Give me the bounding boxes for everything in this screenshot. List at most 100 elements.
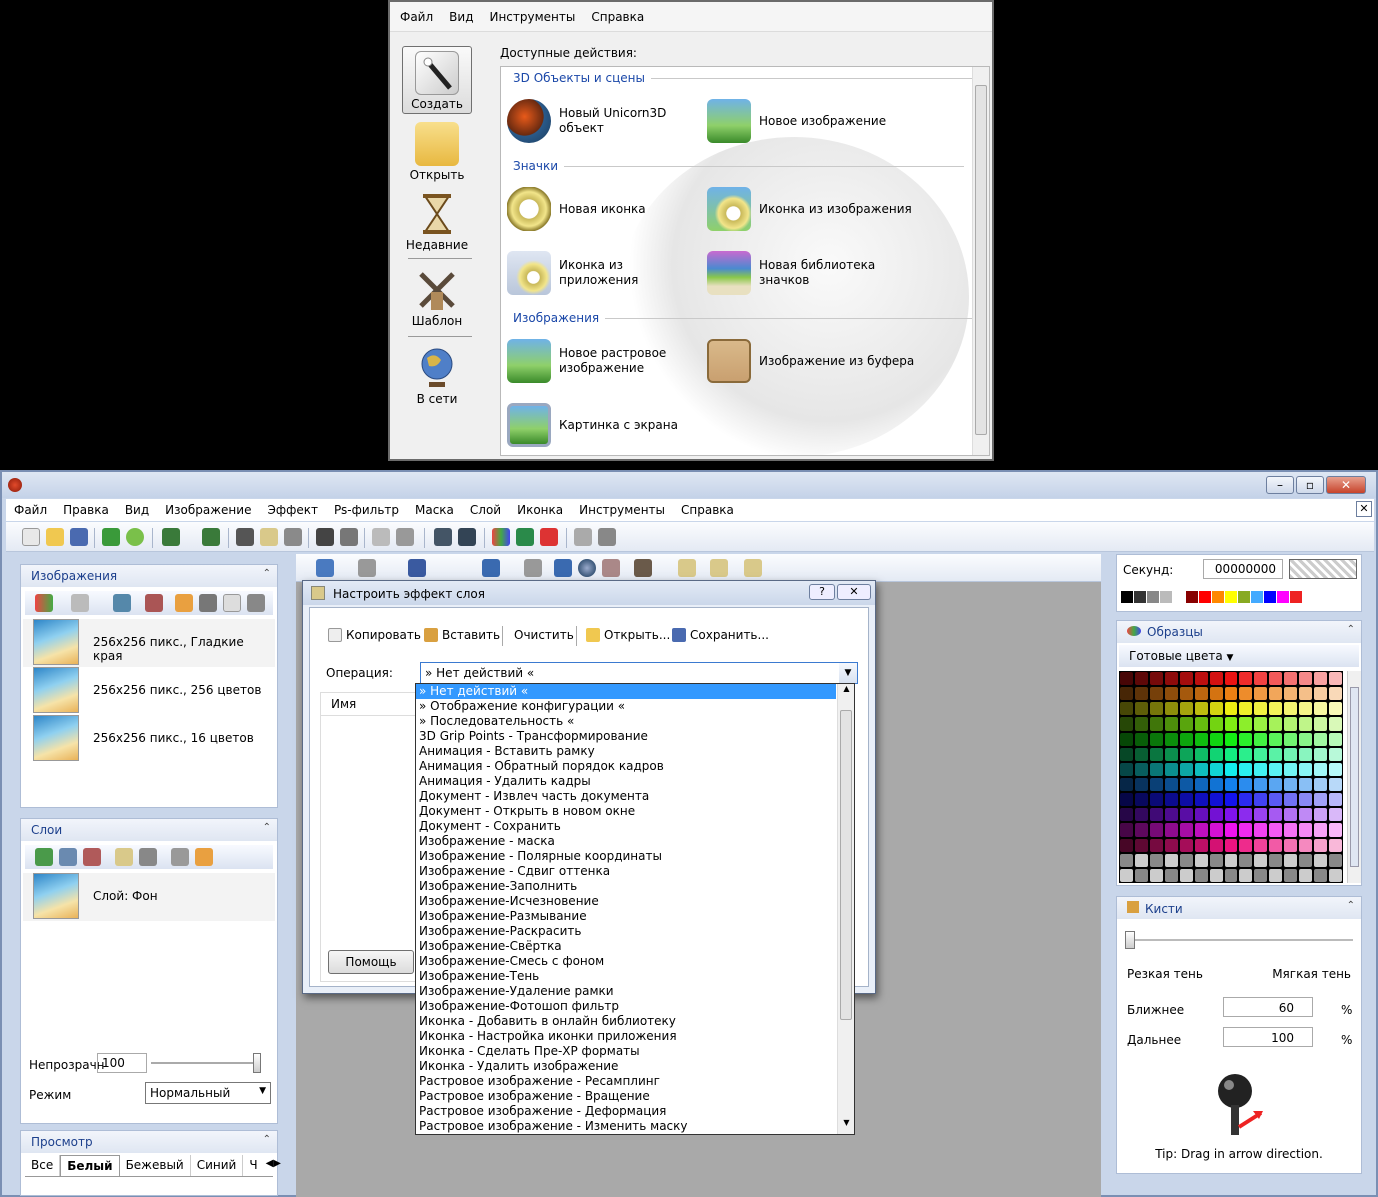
mask-icon[interactable] bbox=[340, 528, 358, 546]
palette-cell[interactable] bbox=[1134, 717, 1148, 731]
palette-cell[interactable] bbox=[1299, 868, 1313, 882]
palette-cell[interactable] bbox=[1179, 702, 1193, 716]
palette-cell[interactable] bbox=[1149, 762, 1163, 776]
color-swatch[interactable] bbox=[1277, 591, 1289, 603]
palette-cell[interactable] bbox=[1314, 732, 1328, 746]
palette-cell[interactable] bbox=[1120, 717, 1133, 731]
palette-cell[interactable] bbox=[1164, 778, 1178, 792]
palette-cell[interactable] bbox=[1284, 793, 1298, 807]
redo-icon[interactable] bbox=[202, 528, 220, 546]
action-icon-from-image[interactable]: Иконка из изображения bbox=[707, 187, 937, 231]
collapse-icon[interactable]: ⌃ bbox=[1347, 900, 1355, 911]
paste-icon[interactable] bbox=[284, 528, 302, 546]
dropdown-option[interactable]: 3D Grip Points - Трансформирование bbox=[416, 729, 836, 744]
palette-cell[interactable] bbox=[1164, 793, 1178, 807]
palette-cell[interactable] bbox=[1254, 778, 1268, 792]
menu-effect[interactable]: Эффект bbox=[259, 503, 326, 517]
color-swatch[interactable] bbox=[1186, 591, 1198, 603]
palette-cell[interactable] bbox=[1134, 838, 1148, 852]
text-tool-icon[interactable] bbox=[574, 528, 592, 546]
chart-icon[interactable] bbox=[516, 528, 534, 546]
palette-cell[interactable] bbox=[1209, 838, 1223, 852]
palette-cell[interactable] bbox=[1179, 717, 1193, 731]
mode-select[interactable]: Нормальный ▼ bbox=[145, 1082, 271, 1104]
layer-effect-icon[interactable] bbox=[195, 848, 213, 866]
palette-cell[interactable] bbox=[1314, 838, 1328, 852]
seconds-input[interactable]: 00000000 bbox=[1203, 559, 1283, 579]
layer-props-icon[interactable] bbox=[59, 848, 77, 866]
dropdown-option[interactable]: Изображение-Тень bbox=[416, 969, 836, 984]
palette-cell[interactable] bbox=[1134, 868, 1148, 882]
checkbox-tool-icon[interactable] bbox=[710, 559, 728, 577]
palette-cell[interactable] bbox=[1194, 717, 1208, 731]
palette-cell[interactable] bbox=[1164, 702, 1178, 716]
palette-cell[interactable] bbox=[1299, 702, 1313, 716]
palette-cell[interactable] bbox=[1254, 853, 1268, 867]
palette-cell[interactable] bbox=[1254, 702, 1268, 716]
palette-cell[interactable] bbox=[1120, 672, 1133, 686]
dropdown-option[interactable]: Изображение - Сдвиг оттенка bbox=[416, 864, 836, 879]
palette-cell[interactable] bbox=[1134, 853, 1148, 867]
palette-cell[interactable] bbox=[1284, 717, 1298, 731]
dropdown-option[interactable]: Анимация - Обратный порядок кадров bbox=[416, 759, 836, 774]
export-icon[interactable] bbox=[102, 528, 120, 546]
dropdown-option[interactable]: Документ - Извлеч часть документа bbox=[416, 789, 836, 804]
dropdown-option[interactable]: Документ - Сохранить bbox=[416, 819, 836, 834]
color-swatch[interactable] bbox=[1225, 591, 1237, 603]
palette-cell[interactable] bbox=[1209, 853, 1223, 867]
cut-icon[interactable] bbox=[236, 528, 254, 546]
mdi-close-button[interactable]: ✕ bbox=[1356, 501, 1372, 517]
sidebar-online-button[interactable]: В сети bbox=[402, 342, 472, 410]
palette-cell[interactable] bbox=[1120, 762, 1133, 776]
brush-icon[interactable] bbox=[247, 594, 265, 612]
menu-file[interactable]: Файл bbox=[400, 10, 433, 24]
palette-cell[interactable] bbox=[1284, 808, 1298, 822]
windows-icon[interactable] bbox=[35, 594, 53, 612]
action-image-from-clipboard[interactable]: Изображение из буфера bbox=[707, 339, 937, 383]
palette-cell[interactable] bbox=[1209, 672, 1223, 686]
save-button[interactable]: Сохранить... bbox=[672, 628, 769, 642]
maximize-button[interactable]: ▫ bbox=[1296, 476, 1324, 494]
undo-icon[interactable] bbox=[162, 528, 180, 546]
palette-cell[interactable] bbox=[1164, 732, 1178, 746]
palette-cell[interactable] bbox=[1149, 672, 1163, 686]
palette-cell[interactable] bbox=[1239, 672, 1253, 686]
palette-cell[interactable] bbox=[1120, 732, 1133, 746]
palette-cell[interactable] bbox=[1284, 702, 1298, 716]
dropdown-option[interactable]: Иконка - Настройка иконки приложения bbox=[416, 1029, 836, 1044]
palette-cell[interactable] bbox=[1134, 762, 1148, 776]
palette-cell[interactable] bbox=[1329, 823, 1342, 837]
palette-cell[interactable] bbox=[1314, 808, 1328, 822]
palette-cell[interactable] bbox=[1299, 762, 1313, 776]
palette-cell[interactable] bbox=[1194, 672, 1208, 686]
menu-view[interactable]: Вид bbox=[117, 503, 157, 517]
palette-cell[interactable] bbox=[1254, 672, 1268, 686]
color-icon[interactable] bbox=[492, 528, 510, 546]
palette-cell[interactable] bbox=[1254, 823, 1268, 837]
color-swatch[interactable] bbox=[1134, 591, 1146, 603]
palette-cell[interactable] bbox=[1134, 808, 1148, 822]
palette-cell[interactable] bbox=[1194, 823, 1208, 837]
palette-cell[interactable] bbox=[1269, 853, 1283, 867]
rectangle-tool-icon[interactable] bbox=[482, 559, 500, 577]
palette-cell[interactable] bbox=[1179, 853, 1193, 867]
palette-cell[interactable] bbox=[1179, 732, 1193, 746]
pencil-tool-icon[interactable] bbox=[358, 559, 376, 577]
palette-cell[interactable] bbox=[1194, 793, 1208, 807]
palette-cell[interactable] bbox=[1209, 762, 1223, 776]
palette-cell[interactable] bbox=[1194, 687, 1208, 701]
save-icon[interactable] bbox=[70, 528, 88, 546]
opacity-input[interactable]: 100 bbox=[97, 1053, 147, 1073]
menu-tools[interactable]: Инструменты bbox=[489, 10, 575, 24]
menu-ps-filter[interactable]: Ps-фильтр bbox=[326, 503, 407, 517]
palette-cell[interactable] bbox=[1299, 747, 1313, 761]
palette-cell[interactable] bbox=[1314, 853, 1328, 867]
palette-cell[interactable] bbox=[1329, 808, 1342, 822]
palette-cell[interactable] bbox=[1329, 672, 1342, 686]
palette-cell[interactable] bbox=[1149, 868, 1163, 882]
collapse-icon[interactable]: ⌃ bbox=[263, 1134, 271, 1145]
palette-cell[interactable] bbox=[1269, 808, 1283, 822]
palette-cell[interactable] bbox=[1269, 793, 1283, 807]
far-input[interactable]: 100 bbox=[1223, 1027, 1313, 1047]
palette-cell[interactable] bbox=[1224, 672, 1238, 686]
